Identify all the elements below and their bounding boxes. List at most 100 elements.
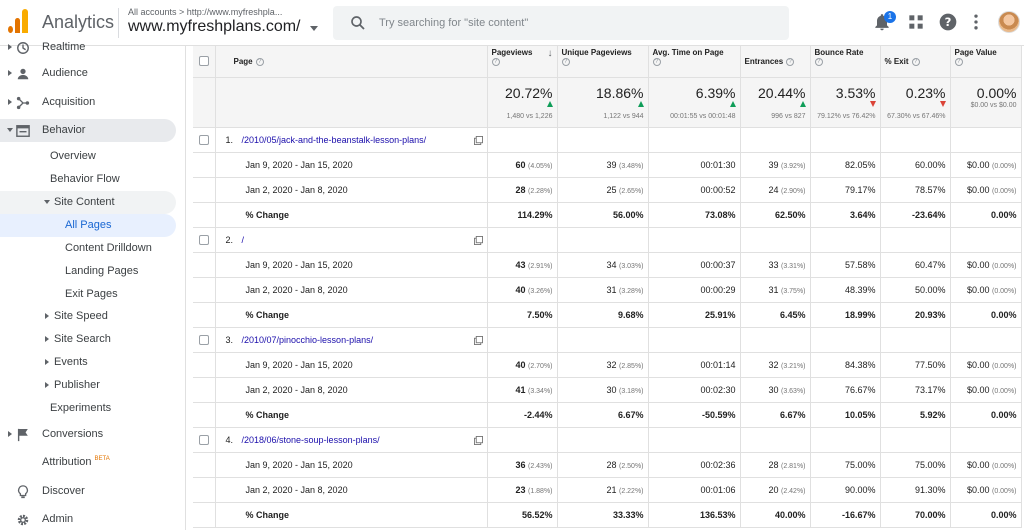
metric-percent: (1.88%) xyxy=(527,487,553,495)
col-header-entrances[interactable]: Entrances? xyxy=(740,46,811,78)
sidebar-item-label: Attribution BETA xyxy=(42,456,110,468)
sidebar-item-acquisition[interactable]: Acquisition xyxy=(0,91,186,114)
page-link[interactable]: / xyxy=(242,235,245,245)
empty-cell xyxy=(487,327,558,353)
sidebar-item-admin[interactable]: Admin xyxy=(0,508,186,530)
apps-grid-icon[interactable] xyxy=(906,12,926,32)
select-all-checkbox[interactable] xyxy=(198,56,209,67)
metric-value: 32 xyxy=(606,359,617,370)
table-row: Jan 9, 2020 - Jan 15, 2020 36 (2.43%) 28 (… xyxy=(193,452,1022,478)
sidebar-item-publisher[interactable]: Publisher xyxy=(0,374,186,397)
col-header-unique-pageviews[interactable]: Unique Pageviews? xyxy=(557,46,649,78)
col-header-page-value[interactable]: Page Value? xyxy=(950,46,1022,78)
property-selector[interactable]: www.myfreshplans.com/ xyxy=(128,18,301,36)
sidebar-item-site-content[interactable]: Site Content xyxy=(0,191,176,214)
page-link[interactable]: /2010/07/pinocchio-lesson-plans/ xyxy=(242,335,374,345)
chevron-down-icon[interactable] xyxy=(310,26,318,31)
row-checkbox[interactable] xyxy=(198,134,209,145)
row-checkbox[interactable] xyxy=(198,234,209,245)
metric-value: 75.00% xyxy=(914,459,946,470)
sidebar-item-attribution[interactable]: Attribution BETA xyxy=(0,451,186,474)
page-link[interactable]: /2018/06/stone-soup-lesson-plans/ xyxy=(242,435,380,445)
metric-value: 57.58% xyxy=(844,259,876,270)
metric-value: 60 xyxy=(515,159,526,170)
metric-value: $0.00 xyxy=(966,159,990,170)
page-link[interactable]: /2010/05/jack-and-the-beanstalk-lesson-p… xyxy=(242,135,427,145)
open-page-icon[interactable] xyxy=(473,335,483,345)
search-input[interactable] xyxy=(379,14,779,32)
sidebar-item-label: Site Search xyxy=(54,333,111,345)
sidebar-item-overview[interactable]: Overview xyxy=(0,145,186,168)
metric-cell: $0.00 (0.00%) xyxy=(950,452,1022,478)
open-page-icon[interactable] xyxy=(473,135,483,145)
empty-cell xyxy=(193,177,216,203)
table-row[interactable]: 4. /2018/06/stone-soup-lesson-plans/ xyxy=(193,427,1022,453)
metric-percent: (2.22%) xyxy=(618,487,644,495)
sidebar-item-realtime[interactable]: Realtime xyxy=(0,36,186,59)
sidebar-item-experiments[interactable]: Experiments xyxy=(0,397,186,420)
sidebar-item-exit-pages[interactable]: Exit Pages xyxy=(0,283,186,306)
sidebar-item-conversions[interactable]: Conversions xyxy=(0,423,186,446)
date-range-label: Jan 9, 2020 - Jan 15, 2020 xyxy=(215,152,488,178)
sidebar-item-site-speed[interactable]: Site Speed xyxy=(0,305,186,328)
account-breadcrumb[interactable]: All accounts > http://www.myfreshpla... xyxy=(128,7,282,17)
avatar[interactable] xyxy=(998,11,1020,33)
metric-value: 28 xyxy=(515,184,526,195)
help-icon[interactable]: ? xyxy=(954,57,963,66)
table-row[interactable]: 2. / xyxy=(193,227,1022,253)
sidebar-item-discover[interactable]: Discover xyxy=(0,480,186,503)
analytics-logo-icon[interactable] xyxy=(8,9,30,33)
sidebar-item-landing-pages[interactable]: Landing Pages xyxy=(0,260,186,283)
chevron-right-icon xyxy=(45,382,49,388)
table-row[interactable]: 3. /2010/07/pinocchio-lesson-plans/ xyxy=(193,327,1022,353)
help-icon[interactable]: ? xyxy=(911,57,920,66)
help-icon[interactable]: ? xyxy=(561,57,570,66)
sidebar-item-behavior[interactable]: Behavior xyxy=(0,119,176,142)
empty-cell xyxy=(880,327,951,353)
sidebar: Realtime Audience Acquisition Behavior O… xyxy=(0,41,186,530)
open-page-icon[interactable] xyxy=(473,235,483,245)
row-number: 1. xyxy=(225,134,234,145)
metric-value: 90.00% xyxy=(844,484,876,495)
col-header-page[interactable]: Page? xyxy=(215,46,488,78)
help-icon[interactable]: ? xyxy=(814,57,823,66)
help-icon[interactable]: ? xyxy=(938,12,958,32)
help-icon[interactable]: ? xyxy=(652,57,661,66)
empty-cell xyxy=(193,502,216,528)
help-icon[interactable]: ? xyxy=(786,57,795,66)
col-header-bounce-rate[interactable]: Bounce Rate? xyxy=(810,46,881,78)
col-header-exit[interactable]: % Exit? xyxy=(880,46,951,78)
col-header-pageviews[interactable]: Pageviews ↓? xyxy=(487,46,558,78)
metric-cell: 77.50% xyxy=(880,352,951,378)
metric-value: 60.00% xyxy=(914,159,946,170)
metric-cell: 00:00:29 xyxy=(648,277,741,303)
row-checkbox[interactable] xyxy=(198,334,209,345)
table-row[interactable]: 1. /2010/05/jack-and-the-beanstalk-lesson… xyxy=(193,127,1022,153)
col-header-label: Entrances xyxy=(744,56,784,66)
sidebar-item-label: Behavior Flow xyxy=(50,173,120,185)
help-icon[interactable]: ? xyxy=(491,57,500,66)
table-row: Jan 9, 2020 - Jan 15, 2020 40 (2.70%) 32 (… xyxy=(193,352,1022,378)
sidebar-item-behavior-flow[interactable]: Behavior Flow xyxy=(0,168,186,191)
sort-desc-icon[interactable]: ↓ xyxy=(548,48,553,59)
help-icon[interactable]: ? xyxy=(255,57,264,66)
metric-percent: (3.18%) xyxy=(618,387,644,395)
row-checkbox[interactable] xyxy=(198,434,209,445)
sidebar-item-content-drilldown[interactable]: Content Drilldown xyxy=(0,237,186,260)
metric-value: 75.00% xyxy=(844,459,876,470)
sidebar-item-all-pages[interactable]: All Pages xyxy=(0,214,176,237)
open-page-icon[interactable] xyxy=(473,435,483,445)
sidebar-item-events[interactable]: Events xyxy=(0,351,186,374)
search-bar[interactable] xyxy=(333,6,789,40)
sidebar-item-site-search[interactable]: Site Search xyxy=(0,328,186,351)
metric-cell: 60 (4.05%) xyxy=(487,152,558,178)
percent-change-value: 73.08% xyxy=(648,202,741,228)
report-table-container[interactable]: Page? Pageviews ↓? Unique Pageviews? Avg.… xyxy=(193,46,1024,530)
page-cell: 4. /2018/06/stone-soup-lesson-plans/ xyxy=(215,427,488,453)
col-header-avg-time[interactable]: Avg. Time on Page? xyxy=(648,46,741,78)
sidebar-item-audience[interactable]: Audience xyxy=(0,62,186,85)
more-vert-icon[interactable] xyxy=(966,12,986,32)
percent-change-value: 6.67% xyxy=(740,402,811,428)
metric-value: 30 xyxy=(768,384,779,395)
gear-icon xyxy=(17,514,29,526)
